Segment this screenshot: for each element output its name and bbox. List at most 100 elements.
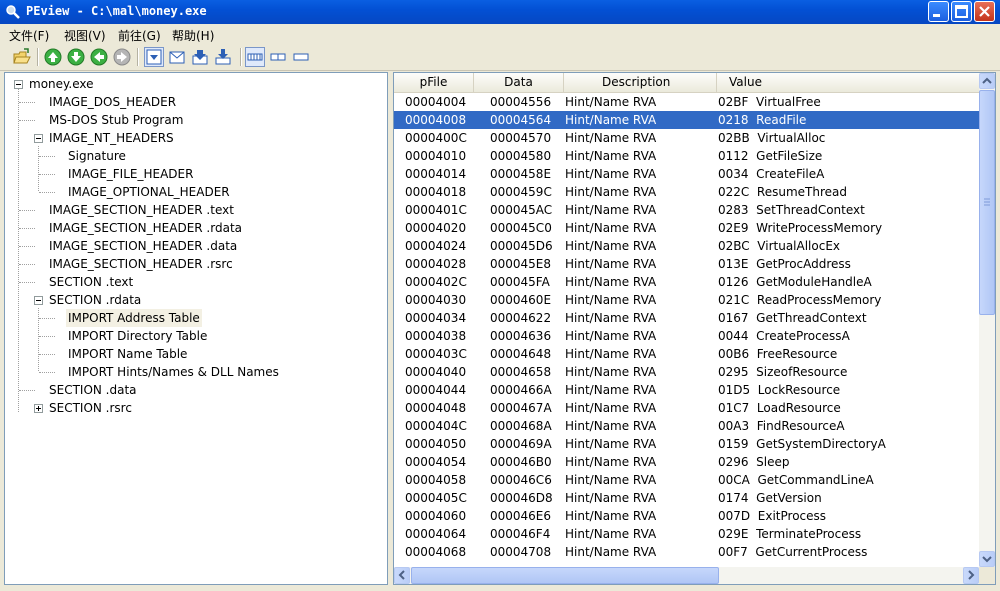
collapse-icon[interactable] xyxy=(34,134,43,143)
cell-value: 013E GetProcAddress xyxy=(718,257,851,271)
open-folder-icon[interactable] xyxy=(13,48,31,66)
horizontal-scrollbar[interactable] xyxy=(394,567,979,584)
scroll-thumb-horizontal[interactable] xyxy=(411,567,719,584)
cell-pfile: 00004068 xyxy=(405,545,467,559)
cell-description: Hint/Name RVA xyxy=(565,167,657,181)
cell-pfile: 00004064 xyxy=(405,527,467,541)
cell-data: 000046F4 xyxy=(490,527,551,541)
go-forward-icon[interactable] xyxy=(113,48,131,66)
table-row[interactable]: 00004004 00004556 Hint/Name RVA 02BF Virtua… xyxy=(394,93,979,111)
table-row[interactable]: 00004068 00004708 Hint/Name RVA 00F7 GetCur… xyxy=(394,543,979,561)
table-row[interactable]: 0000405C 000046D8 Hint/Name RVA 0174 GetVer… xyxy=(394,489,979,507)
table-row[interactable]: 00004028 000045E8 Hint/Name RVA 013E GetPro… xyxy=(394,255,979,273)
view-save-icon[interactable] xyxy=(144,47,164,67)
table-row[interactable]: 00004020 000045C0 Hint/Name RVA 02E9 WriteP… xyxy=(394,219,979,237)
maximize-button[interactable] xyxy=(951,1,972,22)
cell-description: Hint/Name RVA xyxy=(565,95,657,109)
view-export-icon[interactable] xyxy=(214,48,232,66)
cell-pfile: 0000402C xyxy=(405,275,467,289)
cell-data: 00004580 xyxy=(490,149,552,163)
table-row[interactable]: 00004024 000045D6 Hint/Name RVA 02BC Virtua… xyxy=(394,237,979,255)
collapse-icon[interactable] xyxy=(14,80,23,89)
cell-value: 0112 GetFileSize xyxy=(718,149,823,163)
table-row[interactable]: 00004050 0000469A Hint/Name RVA 0159 GetSys… xyxy=(394,435,979,453)
magnifier-icon xyxy=(5,4,21,20)
close-button[interactable] xyxy=(974,1,995,22)
cell-data: 000045D6 xyxy=(490,239,553,253)
scroll-up-button[interactable] xyxy=(979,73,995,89)
title-bar[interactable]: PEview - C:\mal\money.exe xyxy=(0,0,1000,24)
cell-value: 0174 GetVersion xyxy=(718,491,822,505)
cell-pfile: 00004048 xyxy=(405,401,467,415)
cell-data: 00004658 xyxy=(490,365,552,379)
collapse-icon[interactable] xyxy=(34,296,43,305)
cell-description: Hint/Name RVA xyxy=(565,437,657,451)
scroll-right-button[interactable] xyxy=(963,567,979,584)
column-header-pfile[interactable]: pFile xyxy=(394,73,474,92)
table-row[interactable]: 00004060 000046E6 Hint/Name RVA 007D ExitPr… xyxy=(394,507,979,525)
cell-data: 00004648 xyxy=(490,347,552,361)
table-row[interactable]: 00004034 00004622 Hint/Name RVA 0167 GetThr… xyxy=(394,309,979,327)
go-back-icon[interactable] xyxy=(90,48,108,66)
menu-help[interactable]: 帮助(H) xyxy=(172,27,214,44)
menu-view[interactable]: 视图(V) xyxy=(64,27,106,44)
cell-pfile: 00004014 xyxy=(405,167,467,181)
cell-description: Hint/Name RVA xyxy=(565,329,657,343)
cell-pfile: 00004020 xyxy=(405,221,467,235)
scroll-thumb-vertical[interactable] xyxy=(979,90,995,315)
menu-goto[interactable]: 前往(G) xyxy=(118,27,161,44)
cell-pfile: 00004038 xyxy=(405,329,467,343)
table-row[interactable]: 00004064 000046F4 Hint/Name RVA 029E Termin… xyxy=(394,525,979,543)
cell-description: Hint/Name RVA xyxy=(565,419,657,433)
go-first-icon[interactable] xyxy=(44,48,62,66)
view-down-icon[interactable] xyxy=(191,48,209,66)
view-bytes-icon[interactable] xyxy=(245,47,265,67)
minimize-button[interactable] xyxy=(928,1,949,22)
menu-file[interactable]: 文件(F) xyxy=(9,27,49,44)
table-row[interactable]: 00004018 0000459C Hint/Name RVA 022C Resume… xyxy=(394,183,979,201)
cell-value: 0034 CreateFileA xyxy=(718,167,825,181)
cell-pfile: 0000403C xyxy=(405,347,467,361)
table-row[interactable]: 00004008 00004564 Hint/Name RVA 0218 ReadFi… xyxy=(394,111,979,129)
tree-view[interactable]: money.exe IMAGE_DOS_HEADER MS-DOS Stub P… xyxy=(4,72,388,585)
view-dwords-icon[interactable] xyxy=(292,48,310,66)
column-header-data[interactable]: Data xyxy=(474,73,564,92)
table-row[interactable]: 00004058 000046C6 Hint/Name RVA 00CA GetCom… xyxy=(394,471,979,489)
scroll-left-button[interactable] xyxy=(394,567,410,584)
detail-list[interactable]: pFile Data Description Value 00004004 000… xyxy=(393,72,996,585)
table-row[interactable]: 00004054 000046B0 Hint/Name RVA 0296 Sleep xyxy=(394,453,979,471)
table-row[interactable]: 00004040 00004658 Hint/Name RVA 0295 Sizeof… xyxy=(394,363,979,381)
cell-pfile: 0000404C xyxy=(405,419,467,433)
cell-value: 00A3 FindResourceA xyxy=(718,419,845,433)
table-row[interactable]: 00004038 00004636 Hint/Name RVA 0044 Create… xyxy=(394,327,979,345)
table-row[interactable]: 0000402C 000045FA Hint/Name RVA 0126 GetMod… xyxy=(394,273,979,291)
chevron-down-icon xyxy=(982,556,992,563)
table-row[interactable]: 00004010 00004580 Hint/Name RVA 0112 GetFil… xyxy=(394,147,979,165)
column-header-description[interactable]: Description xyxy=(564,73,717,92)
table-row[interactable]: 0000401C 000045AC Hint/Name RVA 0283 SetThr… xyxy=(394,201,979,219)
cell-data: 0000458E xyxy=(490,167,552,181)
view-words-icon[interactable] xyxy=(269,48,287,66)
view-mail-icon[interactable] xyxy=(168,48,186,66)
cell-description: Hint/Name RVA xyxy=(565,131,657,145)
chevron-left-icon xyxy=(398,570,405,580)
scroll-down-button[interactable] xyxy=(979,551,995,567)
table-row[interactable]: 0000400C 00004570 Hint/Name RVA 02BB Virtua… xyxy=(394,129,979,147)
cell-data: 000045E8 xyxy=(490,257,552,271)
column-header-value[interactable]: Value xyxy=(717,73,979,92)
table-row[interactable]: 00004044 0000466A Hint/Name RVA 01D5 LockRe… xyxy=(394,381,979,399)
cell-description: Hint/Name RVA xyxy=(565,275,657,289)
table-row[interactable]: 00004048 0000467A Hint/Name RVA 01C7 LoadRe… xyxy=(394,399,979,417)
cell-pfile: 00004018 xyxy=(405,185,467,199)
table-row[interactable]: 00004014 0000458E Hint/Name RVA 0034 Create… xyxy=(394,165,979,183)
expand-icon[interactable] xyxy=(34,404,43,413)
chevron-up-icon xyxy=(982,77,992,84)
table-row[interactable]: 00004030 0000460E Hint/Name RVA 021C ReadPr… xyxy=(394,291,979,309)
vertical-scrollbar[interactable] xyxy=(979,73,995,567)
cell-pfile: 00004040 xyxy=(405,365,467,379)
cell-pfile: 00004050 xyxy=(405,437,467,451)
table-row[interactable]: 0000403C 00004648 Hint/Name RVA 00B6 FreeRe… xyxy=(394,345,979,363)
table-row[interactable]: 0000404C 0000468A Hint/Name RVA 00A3 FindRe… xyxy=(394,417,979,435)
cell-pfile: 00004044 xyxy=(405,383,467,397)
go-next-icon[interactable] xyxy=(67,48,85,66)
